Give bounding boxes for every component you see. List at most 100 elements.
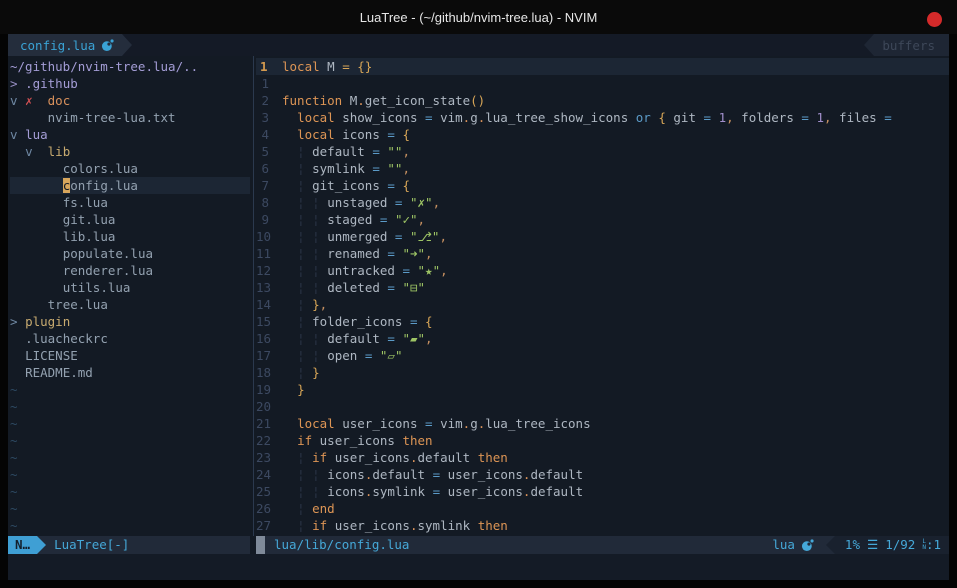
token: , — [726, 110, 741, 125]
code-line[interactable]: 17 ¦ ¦ open = "▱" — [256, 347, 949, 364]
code-line[interactable]: 7 ¦ git_icons = { — [256, 177, 949, 194]
tree-item-git-lua[interactable]: git.lua — [10, 211, 250, 228]
code-line[interactable]: 1 — [256, 75, 949, 92]
tree-item-colors-lua[interactable]: colors.lua — [10, 160, 250, 177]
command-line[interactable] — [8, 554, 949, 580]
code-line[interactable]: 13 ¦ ¦ deleted = "⊟" — [256, 279, 949, 296]
token: ¦ — [297, 314, 305, 329]
buffers-label[interactable]: buffers — [874, 34, 949, 56]
tab-label: config.lua — [20, 37, 95, 54]
line-number: 23 — [256, 449, 282, 466]
token: ¦ — [312, 484, 320, 499]
token: lua_tree_show_icons — [485, 110, 636, 125]
token: if — [312, 518, 335, 533]
code-line[interactable]: 24 ¦ ¦ icons.default = user_icons.defaul… — [256, 466, 949, 483]
token: ✗ — [25, 93, 48, 108]
code-line[interactable]: 12 ¦ ¦ untracked = "★", — [256, 262, 949, 279]
token — [282, 484, 297, 499]
code-line[interactable]: 22 if user_icons then — [256, 432, 949, 449]
code-line[interactable]: 27 ¦ if user_icons.symlink then — [256, 517, 949, 534]
tree-item-plugin[interactable]: > plugin — [10, 313, 250, 330]
token — [305, 212, 313, 227]
code-line[interactable]: 10 ¦ ¦ unmerged = "⎇", — [256, 228, 949, 245]
tree-item-luacheckrc[interactable]: .luacheckrc — [10, 330, 250, 347]
code-line[interactable]: 20 — [256, 398, 949, 415]
tree-item-utils-lua[interactable]: utils.lua — [10, 279, 250, 296]
code-line[interactable]: 11 ¦ ¦ renamed = "➜", — [256, 245, 949, 262]
main-area: ~/github/nvim-tree.lua/..> .githubv ✗ do… — [8, 56, 949, 536]
code-line[interactable]: 14 ¦ }, — [256, 296, 949, 313]
tree-item-config-lua[interactable]: config.lua — [10, 177, 250, 194]
token: ¦ — [297, 280, 305, 295]
code-line[interactable]: 18 ¦ } — [256, 364, 949, 381]
token: .github — [25, 76, 78, 91]
code-line[interactable]: 4 local icons = { — [256, 126, 949, 143]
token — [305, 297, 313, 312]
token: ~ — [10, 433, 18, 448]
token: "★" — [418, 263, 441, 278]
close-button[interactable] — [927, 12, 942, 27]
code-line[interactable]: 8 ¦ ¦ unstaged = "✗", — [256, 194, 949, 211]
tree-item-renderer-lua[interactable]: renderer.lua — [10, 262, 250, 279]
tree-item-doc[interactable]: v ✗ doc — [10, 92, 250, 109]
tree-item-github[interactable]: > .github — [10, 75, 250, 92]
line-number: 1 — [256, 58, 282, 75]
token: { — [402, 178, 410, 193]
tree-item-tree-lua[interactable]: tree.lua — [10, 296, 250, 313]
line-number: 12 — [256, 262, 282, 279]
token: v — [10, 93, 25, 108]
tree-item-lua[interactable]: v lua — [10, 126, 250, 143]
code-line[interactable]: 6 ¦ symlink = "", — [256, 160, 949, 177]
file-tree: ~/github/nvim-tree.lua/..> .githubv ✗ do… — [8, 56, 250, 536]
token: git_icons — [312, 178, 387, 193]
token — [10, 365, 25, 380]
tree-item-readme[interactable]: README.md — [10, 364, 250, 381]
code-line[interactable]: 9 ¦ ¦ staged = "✓", — [256, 211, 949, 228]
tree-item-license[interactable]: LICENSE — [10, 347, 250, 364]
token: , — [402, 144, 410, 159]
code-line[interactable]: 3 local show_icons = vim.g.lua_tree_show… — [256, 109, 949, 126]
token: utils.lua — [63, 280, 131, 295]
tree-item-nvim-tree-lua-txt[interactable]: nvim-tree-lua.txt — [10, 109, 250, 126]
token: "" — [387, 161, 402, 176]
token: function — [282, 93, 350, 108]
tree-item-lib[interactable]: v lib — [10, 143, 250, 160]
code-line[interactable]: 16 ¦ ¦ default = "▰", — [256, 330, 949, 347]
code-line[interactable]: 25 ¦ ¦ icons.symlink = user_icons.defaul… — [256, 483, 949, 500]
tree-item-fs-lua[interactable]: fs.lua — [10, 194, 250, 211]
filetype-label: lua — [772, 536, 795, 554]
token: local — [297, 127, 342, 142]
token: populate.lua — [63, 246, 153, 261]
token: ¦ — [312, 229, 320, 244]
tree-item-populate-lua[interactable]: populate.lua — [10, 245, 250, 262]
code-line[interactable]: 15 ¦ folder_icons = { — [256, 313, 949, 330]
code-line[interactable]: 21 local user_icons = vim.g.lua_tree_ico… — [256, 415, 949, 432]
tree-item-lib-lua[interactable]: lib.lua — [10, 228, 250, 245]
token: . — [357, 93, 365, 108]
line-number: 22 — [256, 432, 282, 449]
empty-line-tilde: ~ — [10, 449, 250, 466]
empty-line-tilde: ~ — [10, 483, 250, 500]
tree-root[interactable]: ~/github/nvim-tree.lua/.. — [10, 58, 250, 75]
token — [282, 127, 297, 142]
token — [305, 195, 313, 210]
token: ¦ — [297, 484, 305, 499]
token: renamed — [327, 246, 387, 261]
line-number: 25 — [256, 483, 282, 500]
code-line[interactable]: 5 ¦ default = "", — [256, 143, 949, 160]
token: vim — [440, 416, 463, 431]
token: = — [372, 144, 387, 159]
tab-config-lua[interactable]: config.lua — [8, 34, 122, 56]
code-line[interactable]: 23 ¦ if user_icons.default then — [256, 449, 949, 466]
code-line[interactable]: 19 } — [256, 381, 949, 398]
code-line[interactable]: 1local M = {} — [256, 58, 949, 75]
token: files — [839, 110, 884, 125]
code-line[interactable]: 26 ¦ end — [256, 500, 949, 517]
line-number: 24 — [256, 466, 282, 483]
token: ¦ — [297, 263, 305, 278]
code-line[interactable]: 2function M.get_icon_state() — [256, 92, 949, 109]
token: then — [478, 518, 508, 533]
token: > — [10, 314, 25, 329]
window-separator[interactable] — [253, 56, 254, 536]
line-number: 27 — [256, 517, 282, 534]
